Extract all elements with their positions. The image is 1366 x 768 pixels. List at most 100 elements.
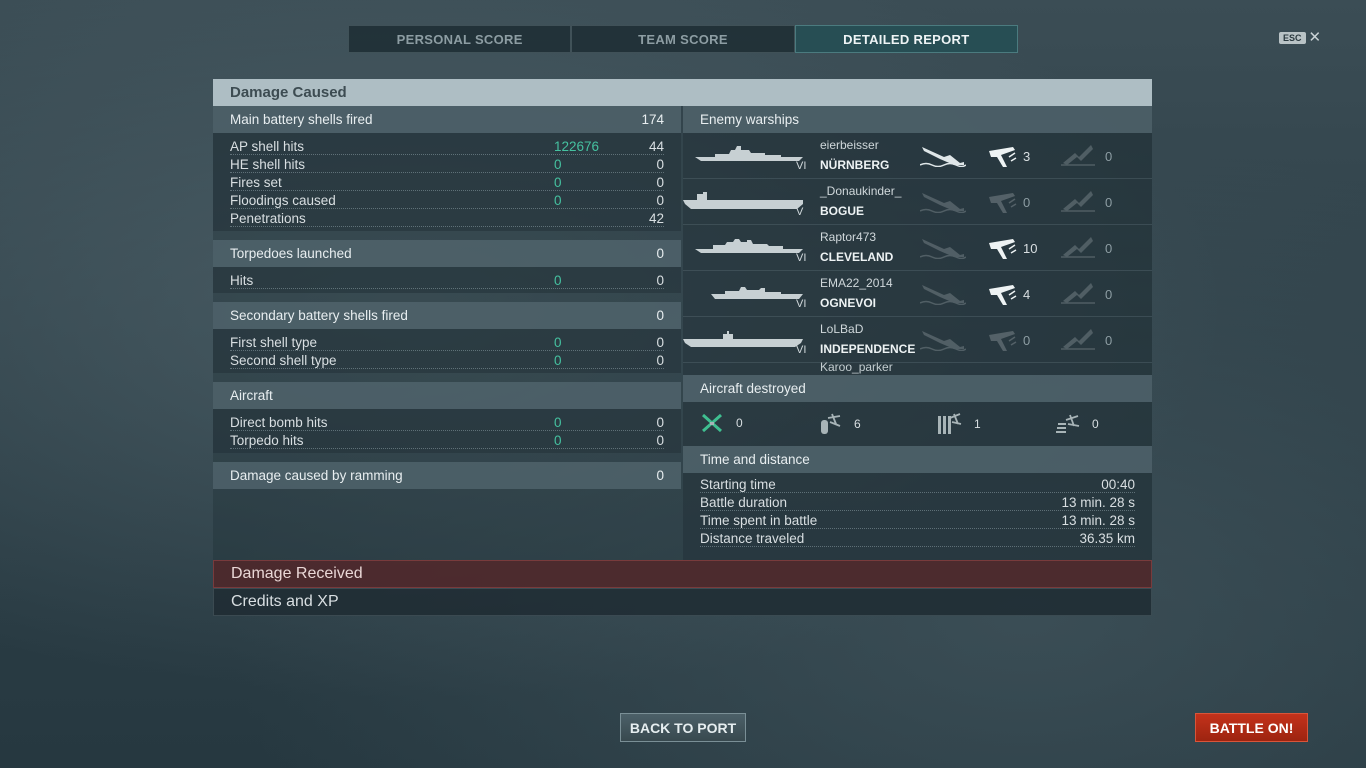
carrier-silhouette-icon: [683, 192, 803, 209]
aircraft-shot-down-icon: [989, 285, 1017, 305]
tab-personal-score[interactable]: PERSONAL SCORE: [348, 25, 572, 53]
player-name: eierbeisser: [820, 138, 879, 152]
stat-label: First shell type: [230, 335, 318, 350]
stat-label: Battle duration: [700, 495, 788, 510]
secondary-battery-value: 0: [656, 308, 664, 323]
module-destroyed-icon: [1061, 329, 1095, 350]
report-tabs: PERSONAL SCORE TEAM SCORE DETAILED REPOR…: [348, 25, 1018, 53]
module-destroyed-count: 0: [1105, 241, 1113, 256]
stat-row: Time spent in battle 13 min. 28 s: [700, 511, 1135, 529]
credits-xp-section[interactable]: Credits and XP: [213, 588, 1152, 616]
stat-value: 0: [656, 433, 664, 448]
stat-row: Fires set 0 0: [230, 173, 664, 191]
ship-sunk-icon: [920, 193, 966, 213]
aircraft-shot-down-icon: [989, 193, 1017, 213]
cruiser-silhouette-icon: [695, 239, 803, 253]
module-destroyed-icon: [1061, 237, 1095, 258]
player-name: Karoo_parker: [820, 360, 893, 374]
spotter-plane-icon: [1056, 414, 1080, 433]
module-destroyed-icon: [1061, 191, 1095, 212]
stat-row: Starting time 00:40: [700, 475, 1135, 493]
torpedoes-rows: Hits 0 0: [213, 267, 681, 293]
stat-label: Floodings caused: [230, 193, 336, 208]
ship-name: NÜRNBERG: [820, 158, 890, 172]
player-name: _Donaukinder_: [820, 184, 902, 198]
ship-sunk-icon: [920, 239, 966, 259]
aircraft-shot-down-icon: [989, 331, 1017, 351]
enemy-ship-row-partial: Karoo_parker: [683, 360, 1152, 374]
carrier-silhouette-icon: [683, 331, 803, 347]
stat-row: Second shell type 0 0: [230, 351, 664, 369]
aircraft-destroyed-item: 0: [700, 412, 743, 434]
enemy-column: Enemy warships VI eierbeisser NÜRNBERG 3…: [683, 106, 1152, 560]
tab-detailed-report[interactable]: DETAILED REPORT: [794, 25, 1018, 53]
damage-caused-header[interactable]: Damage Caused: [213, 79, 1152, 106]
enemy-ship-row: VI LoLBaD INDEPENDENCE 0 0: [683, 317, 1152, 363]
ship-name: BOGUE: [820, 204, 865, 218]
time-distance-label: Time and distance: [700, 452, 810, 467]
enemy-ship-row: VI EMA22_2014 OGNEVOI 4 0: [683, 271, 1152, 317]
stat-label: Starting time: [700, 477, 776, 492]
ship-sunk-icon: [920, 285, 966, 305]
aircraft-destroyed-count: 0: [736, 416, 743, 430]
stat-label: Direct bomb hits: [230, 415, 328, 430]
stat-row: Penetrations 42: [230, 209, 664, 227]
dive-bomber-icon: [938, 413, 962, 434]
close-icon: ✕: [1308, 29, 1322, 46]
stat-row: Hits 0 0: [230, 271, 664, 289]
aircraft-destroyed-item: 6: [818, 412, 861, 436]
stat-label: Fires set: [230, 175, 282, 190]
battle-on-button[interactable]: BATTLE ON!: [1195, 713, 1308, 742]
ship-sunk-icon: [920, 147, 966, 167]
ship-sunk-icon: [920, 331, 966, 351]
stat-damage: 122676: [554, 139, 600, 154]
stat-row: Direct bomb hits 0 0: [230, 413, 664, 431]
main-battery-rows: AP shell hits 122676 44 HE shell hits 0 0 Fi…: [213, 133, 681, 231]
aircraft-label: Aircraft: [230, 388, 273, 403]
player-name: EMA22_2014: [820, 276, 893, 290]
stat-label: HE shell hits: [230, 157, 306, 172]
stat-label: Distance traveled: [700, 531, 805, 546]
aircraft-destroyed-row: 0 6 1 0: [683, 402, 1152, 446]
time-distance-header: Time and distance: [683, 446, 1152, 473]
ship-tier: VI: [796, 344, 807, 356]
damage-received-section[interactable]: Damage Received: [213, 560, 1152, 588]
close-button[interactable]: ESC ✕: [1279, 30, 1321, 45]
stat-damage: 0: [554, 415, 562, 430]
stat-label: Penetrations: [230, 211, 306, 226]
stat-value: 0: [656, 335, 664, 350]
aircraft-shot-down-count: 4: [1023, 287, 1031, 302]
aircraft-rows: Direct bomb hits 0 0 Torpedo hits 0 0: [213, 409, 681, 453]
ship-name: OGNEVOI: [820, 296, 877, 310]
enemy-warships-list[interactable]: VI eierbeisser NÜRNBERG 3 0 V _Donaukind…: [683, 133, 1152, 375]
module-destroyed-count: 0: [1105, 333, 1113, 348]
time-distance-rows: Starting time 00:40 Battle duration 13 min…: [683, 473, 1152, 560]
damage-stats-column: Main battery shells fired 174 AP shell h…: [213, 106, 681, 489]
aircraft-shot-down-count: 3: [1023, 149, 1031, 164]
tab-team-score[interactable]: TEAM SCORE: [571, 25, 795, 53]
enemy-ship-row: V _Donaukinder_ BOGUE 0 0: [683, 179, 1152, 225]
torpedoes-header: Torpedoes launched 0: [213, 240, 681, 267]
enemy-ship-row: VI Raptor473 CLEVELAND 10 0: [683, 225, 1152, 271]
main-battery-value: 174: [641, 112, 664, 127]
aircraft-destroyed-count: 6: [854, 417, 861, 431]
stat-row: Distance traveled 36.35 km: [700, 529, 1135, 547]
stat-damage: 0: [554, 433, 562, 448]
stat-row: Floodings caused 0 0: [230, 191, 664, 209]
stat-value: 0: [656, 415, 664, 430]
stat-value: 42: [648, 211, 664, 226]
stat-label: Torpedo hits: [230, 433, 304, 448]
stat-value: 44: [648, 139, 664, 154]
back-to-port-button[interactable]: BACK TO PORT: [620, 713, 746, 742]
torpedoes-value: 0: [656, 246, 664, 261]
secondary-battery-label: Secondary battery shells fired: [230, 308, 408, 323]
module-destroyed-count: 0: [1105, 287, 1113, 302]
enemy-warships-header: Enemy warships: [683, 106, 1152, 133]
stat-value: 0: [656, 193, 664, 208]
enemy-ship-row: VI eierbeisser NÜRNBERG 3 0: [683, 133, 1152, 179]
stat-damage: 0: [554, 353, 562, 368]
module-destroyed-icon: [1061, 283, 1095, 304]
stat-value: 0: [656, 175, 664, 190]
enemy-warships-label: Enemy warships: [700, 112, 800, 127]
stat-damage: 0: [554, 175, 562, 190]
